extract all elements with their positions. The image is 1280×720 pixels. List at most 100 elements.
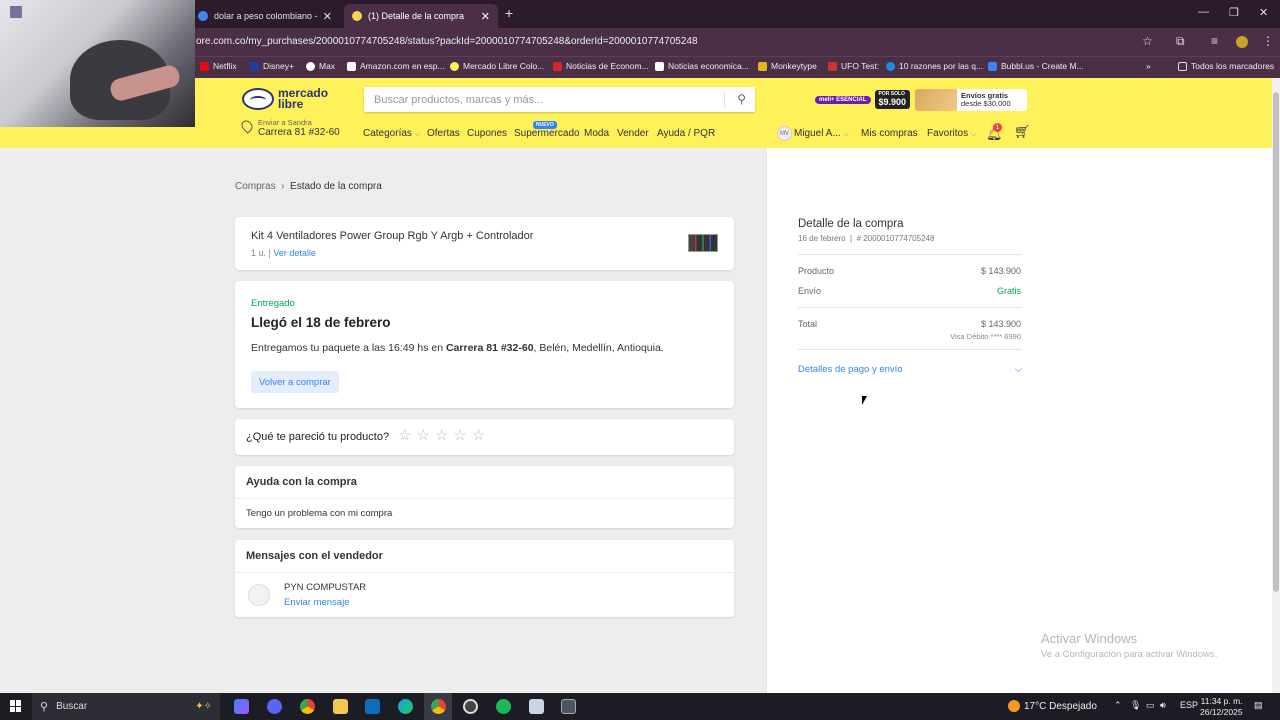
- search-input[interactable]: [364, 87, 714, 112]
- steam-icon[interactable]: [463, 699, 478, 714]
- star-icon[interactable]: ☆: [1142, 34, 1153, 48]
- minimize-icon[interactable]: —: [1198, 6, 1209, 18]
- bookmark-label: Max: [319, 61, 336, 71]
- delivery-status-card: Entregado Llegó el 18 de febrero Entrega…: [235, 281, 734, 408]
- language-indicator[interactable]: ESP: [1180, 700, 1198, 710]
- tab-dolar[interactable]: dolar a peso colombiano - Bus ✕: [190, 4, 340, 28]
- file-explorer-icon[interactable]: [333, 699, 348, 714]
- star-1-icon[interactable]: ☆: [398, 428, 411, 443]
- bookmark-mercadolibre[interactable]: Mercado Libre Colo...: [450, 61, 544, 71]
- product-title[interactable]: Kit 4 Ventiladores Power Group Rgb Y Arg…: [251, 230, 533, 242]
- clock[interactable]: 11:34 p. m. 26/12/2025: [1200, 696, 1243, 718]
- bookmark-amazon[interactable]: Amazon.com en esp...: [347, 61, 445, 71]
- chrome-icon[interactable]: [300, 699, 315, 714]
- star-4-icon[interactable]: ☆: [453, 428, 466, 443]
- edge-icon[interactable]: [398, 699, 413, 714]
- volume-icon[interactable]: 🔊︎: [1160, 700, 1166, 711]
- network-icon[interactable]: ▭: [1146, 700, 1155, 711]
- page-scrollbar[interactable]: [1272, 78, 1280, 693]
- send-message-link[interactable]: Enviar mensaje: [284, 597, 349, 608]
- mic-icon[interactable]: 🎙︎: [1130, 700, 1141, 711]
- delivery-headline: Llegó el 18 de febrero: [251, 315, 391, 330]
- delivery-location[interactable]: Enviar a Sandra Carrera 81 #32-60: [239, 118, 340, 138]
- bookmark-label: Noticias economica...: [668, 61, 749, 71]
- product-image[interactable]: [688, 234, 718, 252]
- avatar[interactable]: MV: [777, 126, 792, 141]
- all-bookmarks[interactable]: Todos los marcadores: [1178, 61, 1274, 71]
- menu-icon[interactable]: ⋮: [1262, 34, 1274, 48]
- profile-icon[interactable]: [1236, 36, 1248, 48]
- mercadolibre-logo[interactable]: mercado libre: [242, 87, 328, 110]
- star-2-icon[interactable]: ☆: [416, 428, 429, 443]
- meli-plus-promo[interactable]: meli+ ESENCIAL POR SOLO $9.900: [815, 90, 911, 109]
- copilot-icon[interactable]: [234, 699, 249, 714]
- tab-detalle[interactable]: (1) Detalle de la compra ✕: [344, 4, 498, 28]
- media-icon[interactable]: ≡: [1211, 34, 1218, 48]
- notifications-icon[interactable]: ▤: [1254, 700, 1263, 711]
- app-icon[interactable]: [529, 699, 544, 714]
- taskbar-search[interactable]: ⚲ Buscar ✦✧: [32, 693, 220, 720]
- nav-vender[interactable]: Vender: [617, 128, 649, 139]
- nav-favoritos[interactable]: Favoritos ⌵: [927, 128, 976, 139]
- rating-card: ¿Qué te pareció tu producto? ☆ ☆ ☆ ☆ ☆: [235, 419, 734, 455]
- scrollbar-thumb[interactable]: [1273, 92, 1279, 592]
- chevron-up-icon[interactable]: ⌃: [1114, 700, 1122, 711]
- rating-stars: ☆ ☆ ☆ ☆ ☆: [398, 428, 485, 443]
- close-window-icon[interactable]: ✕: [1259, 6, 1268, 19]
- bookmark-disney[interactable]: Disney+: [250, 61, 294, 71]
- search-icon: ⚲: [40, 701, 49, 713]
- user-menu[interactable]: Miguel A... ⌵: [794, 128, 849, 139]
- breadcrumb-compras[interactable]: Compras: [235, 181, 276, 192]
- bookmark-netflix[interactable]: Netflix: [200, 61, 237, 71]
- promo-price: $9.900: [878, 97, 907, 107]
- nav-mis-compras[interactable]: Mis compras: [861, 128, 918, 139]
- bookmark-bubblus[interactable]: Bubbl.us - Create M...: [988, 61, 1084, 71]
- portafolio-icon: [655, 61, 664, 71]
- free-shipping-promo[interactable]: Envíos gratis desde $30.000: [915, 89, 1027, 111]
- star-3-icon[interactable]: ☆: [435, 428, 448, 443]
- discord-icon[interactable]: [267, 699, 282, 714]
- ver-detalle-link[interactable]: Ver detalle: [273, 248, 316, 258]
- bookmark-portafolio[interactable]: Noticias economica...: [655, 61, 749, 71]
- deliver-label: Enviar a Sandra: [258, 118, 312, 127]
- nav-supermercado[interactable]: Supermercado: [514, 128, 580, 139]
- calculator-icon[interactable]: [561, 699, 576, 714]
- clock-date: 26/12/2025: [1200, 707, 1243, 717]
- messages-title: Mensajes con el vendedor: [246, 550, 383, 562]
- windows-start-icon[interactable]: [10, 700, 22, 712]
- buy-again-button[interactable]: Volver a comprar: [251, 371, 339, 393]
- nav-ofertas[interactable]: Ofertas: [427, 128, 460, 139]
- url-field[interactable]: ore.com.co/my_purchases/2000010774705248…: [196, 36, 698, 47]
- close-tab-icon[interactable]: ✕: [481, 10, 490, 23]
- spotify-icon[interactable]: [496, 699, 511, 714]
- details-label: Detalles de pago y envío: [798, 364, 903, 375]
- nav-categorias[interactable]: Categorías ⌵: [363, 128, 420, 139]
- bookmark-lr[interactable]: Noticias de Econom...: [553, 61, 649, 71]
- new-tab-icon[interactable]: +: [505, 5, 513, 21]
- bookmark-monkeytype[interactable]: Monkeytype: [758, 61, 817, 71]
- taskbar-search-label: Buscar: [56, 701, 88, 712]
- bubblus-icon: [988, 61, 997, 71]
- cart-icon[interactable]: 🛒︎: [1014, 124, 1031, 140]
- bookmark-10razones[interactable]: 10 razones por las q...: [886, 61, 983, 71]
- nav-cupones[interactable]: Cupones: [467, 128, 507, 139]
- outlook-icon[interactable]: [365, 699, 380, 714]
- lr-icon: [553, 61, 562, 71]
- close-tab-icon[interactable]: ✕: [323, 10, 332, 23]
- extensions-icon[interactable]: ⧉: [1176, 34, 1185, 49]
- bookmark-max[interactable]: Max: [306, 61, 335, 71]
- nav-ayuda[interactable]: Ayuda / PQR: [657, 128, 715, 139]
- more-bookmarks-icon[interactable]: »: [1146, 61, 1151, 71]
- bookmark-ufo[interactable]: UFO Test:: [828, 61, 879, 71]
- problem-link[interactable]: Tengo un problema con mi compra: [246, 508, 392, 519]
- star-5-icon[interactable]: ☆: [472, 428, 485, 443]
- restore-icon[interactable]: ❐: [1229, 6, 1239, 19]
- chrome-active-icon[interactable]: [431, 699, 446, 714]
- logo-text: mercado libre: [278, 87, 328, 110]
- search-icon[interactable]: ⚲: [737, 92, 746, 106]
- help-title: Ayuda con la compra: [246, 476, 357, 488]
- weather-widget[interactable]: 17°C Despejado: [1008, 700, 1097, 712]
- nav-moda[interactable]: Moda: [584, 128, 609, 139]
- total-label: Total: [798, 319, 818, 329]
- payment-details-toggle[interactable]: Detalles de pago y envío ⌵: [798, 364, 1022, 375]
